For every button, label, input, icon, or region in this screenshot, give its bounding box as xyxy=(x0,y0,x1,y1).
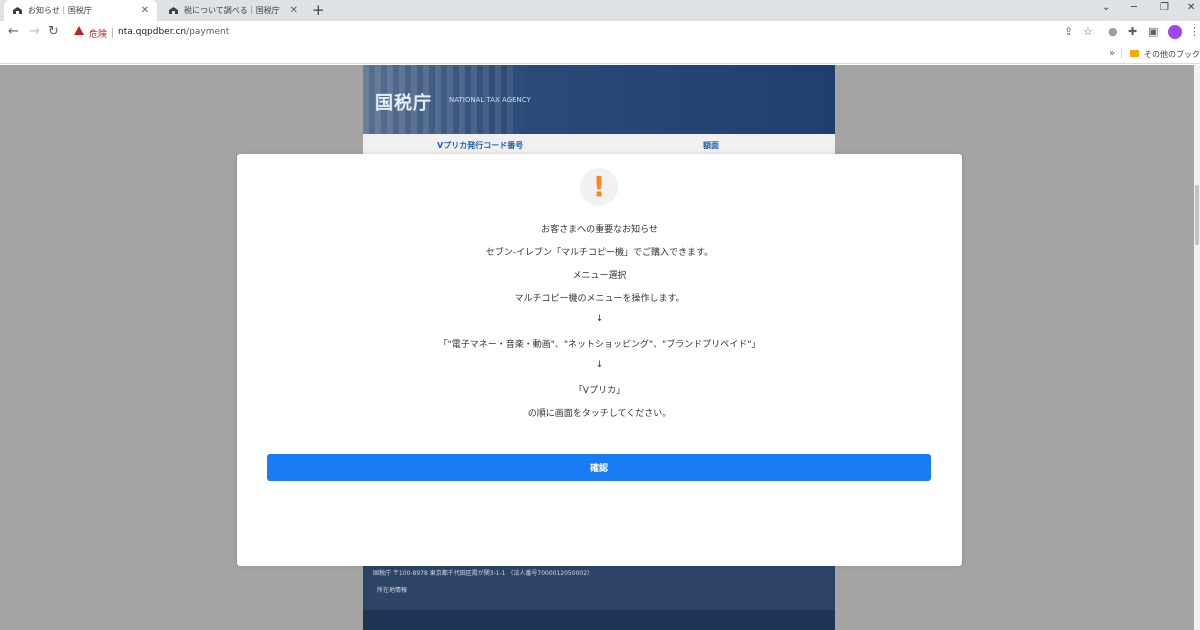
notice-modal: ! お客さまへの重要なお知らせ セブン-イレブン「マルチコピー機」でご購入できま… xyxy=(237,154,962,566)
profile-avatar[interactable] xyxy=(1168,25,1182,39)
security-label[interactable]: 危険 xyxy=(89,27,107,40)
alert-icon: ! xyxy=(580,168,618,206)
modal-line: セブン-イレブン「マルチコピー機」でご購入できます。 xyxy=(485,248,714,258)
folder-icon[interactable] xyxy=(1130,50,1139,57)
extension-icon[interactable]: ● xyxy=(1108,25,1118,38)
bookmarks-overflow-icon[interactable]: » xyxy=(1109,48,1115,59)
site-logo[interactable]: 国税庁 xyxy=(375,89,432,115)
close-window-icon[interactable]: ✕ xyxy=(1187,2,1195,13)
reload-icon[interactable]: ↻ xyxy=(48,25,59,39)
tab-tax-info[interactable]: 税について調べる｜国税庁 ✕ xyxy=(160,0,306,21)
tab-search-icon[interactable]: ⌄ xyxy=(1102,2,1110,13)
site-header: 国税庁 NATIONAL TAX AGENCY xyxy=(363,65,835,134)
code-column-header: Vプリカ発行コード番号 xyxy=(437,141,524,150)
tab-title: 税について調べる｜国税庁 xyxy=(184,6,280,15)
other-bookmarks[interactable]: その他のブックマーク xyxy=(1144,49,1200,60)
tab-title: お知らせ｜国税庁 xyxy=(28,6,92,15)
tab-notice[interactable]: お知らせ｜国税庁 ✕ xyxy=(4,0,157,21)
url-text[interactable]: nta.qqpdber.cn/payment xyxy=(118,27,229,37)
modal-line: の順に画面をタッチしてください。 xyxy=(527,409,672,419)
scrollbar[interactable] xyxy=(1194,65,1200,630)
location-link[interactable]: 所在地情報 xyxy=(377,585,407,594)
address-bar[interactable]: 危険 nta.qqpdber.cn/payment xyxy=(66,23,1106,43)
divider xyxy=(1121,49,1122,59)
side-panel-icon[interactable]: ▣ xyxy=(1148,25,1158,38)
share-icon[interactable]: ⇪ xyxy=(1064,25,1073,38)
modal-line: 「"電子マネー・音楽・動画"、"ネットショッピング"、"ブランドプリペイド"」 xyxy=(438,340,761,350)
tab-close-icon[interactable]: ✕ xyxy=(290,5,298,16)
extensions-puzzle-icon[interactable]: ✚ xyxy=(1128,25,1137,38)
modal-line: メニュー選択 xyxy=(572,271,627,281)
warning-icon[interactable] xyxy=(74,26,84,35)
tab-close-icon[interactable]: ✕ xyxy=(141,5,149,16)
nta-favicon-icon xyxy=(12,6,23,15)
modal-heading: お客さまへの重要なお知らせ xyxy=(541,225,658,235)
table-header: Vプリカ発行コード番号 額面 xyxy=(363,134,835,154)
new-tab-button[interactable]: + xyxy=(312,1,325,19)
down-arrow: ↓ xyxy=(595,360,604,370)
modal-line: マルチコピー機のメニューを操作します。 xyxy=(514,294,685,304)
bookmark-star-icon[interactable]: ☆ xyxy=(1083,25,1093,38)
footer-address: 国税庁 〒100-8978 東京都千代田区霞が関3-1-1 （法人番号70000… xyxy=(373,570,594,577)
tab-strip: お知らせ｜国税庁 ✕ 税について調べる｜国税庁 ✕ + ⌄ ─ ❐ ✕ xyxy=(0,0,1200,21)
exclamation-icon: ! xyxy=(592,170,606,203)
footer-bottom xyxy=(363,610,835,630)
confirm-button[interactable]: 確認 xyxy=(267,454,931,481)
url-path: /payment xyxy=(186,27,230,37)
restore-icon[interactable]: ❐ xyxy=(1160,2,1169,13)
minimize-icon[interactable]: ─ xyxy=(1131,2,1137,13)
divider xyxy=(112,28,113,38)
back-icon[interactable]: ← xyxy=(8,25,19,39)
url-host: nta.qqpdber.cn xyxy=(118,27,187,37)
nta-favicon-icon xyxy=(168,6,179,15)
site-footer: 国税庁 〒100-8978 東京都千代田区霞が関3-1-1 （法人番号70000… xyxy=(363,565,835,610)
forward-icon[interactable]: → xyxy=(29,25,40,39)
amount-column-header: 額面 xyxy=(703,141,719,150)
down-arrow: ↓ xyxy=(595,314,604,324)
browser-toolbar: ← → ↻ 危険 nta.qqpdber.cn/payment ⇪ ☆ ● ✚ … xyxy=(0,21,1200,45)
site-subtitle: NATIONAL TAX AGENCY xyxy=(449,96,531,104)
modal-line: 「Vプリカ」 xyxy=(573,386,626,396)
bookmarks-bar: » その他のブックマーク xyxy=(0,45,1200,64)
scrollbar-thumb[interactable] xyxy=(1195,185,1199,245)
menu-icon[interactable]: ⋮ xyxy=(1189,25,1200,38)
